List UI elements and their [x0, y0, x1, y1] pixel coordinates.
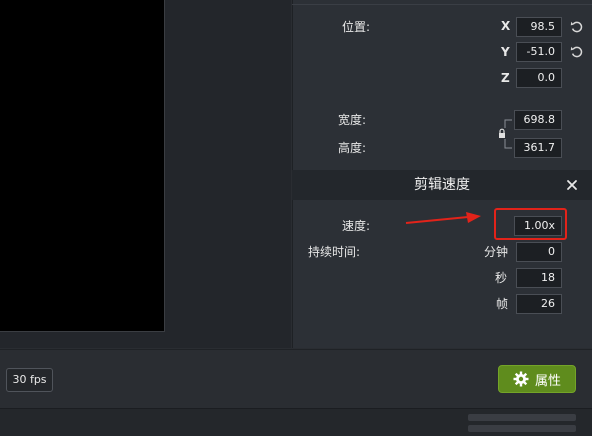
position-label: 位置:: [342, 20, 371, 34]
arrow-annotation: [405, 212, 481, 224]
close-icon[interactable]: [566, 179, 578, 191]
clip-speed-title: 剪辑速度: [414, 177, 470, 193]
duration-label: 持续时间:: [308, 245, 361, 259]
position-x-input[interactable]: 98.5: [516, 17, 562, 37]
lock-icon[interactable]: [497, 128, 507, 139]
timeline-scrollbar[interactable]: [468, 425, 576, 432]
gear-icon: [513, 371, 529, 387]
position-y-input[interactable]: -51.0: [516, 42, 562, 62]
width-input[interactable]: 698.8: [514, 110, 562, 130]
minutes-label: 分钟: [484, 245, 509, 259]
width-label: 宽度:: [338, 113, 367, 127]
properties-button-label: 属性: [534, 373, 561, 389]
minutes-input[interactable]: 0: [516, 242, 562, 262]
fps-dropdown[interactable]: 30 fps: [6, 368, 53, 392]
speed-label: 速度:: [342, 219, 371, 233]
canvas-preview[interactable]: [0, 0, 165, 332]
seconds-input[interactable]: 18: [516, 268, 562, 288]
panel-divider: [292, 4, 592, 5]
y-axis-label: Y: [501, 45, 510, 59]
frames-input[interactable]: 26: [516, 294, 562, 314]
reset-icon[interactable]: [570, 45, 584, 59]
speed-input[interactable]: 1.00x: [514, 216, 562, 236]
height-label: 高度:: [338, 141, 367, 155]
frames-label: 帧: [496, 297, 509, 311]
position-z-input[interactable]: 0.0: [516, 68, 562, 88]
seconds-label: 秒: [495, 271, 508, 285]
x-axis-label: X: [501, 19, 511, 33]
reset-icon[interactable]: [570, 20, 584, 34]
height-input[interactable]: 361.7: [514, 138, 562, 158]
timeline-scrollbar[interactable]: [468, 414, 576, 421]
z-axis-label: Z: [501, 71, 510, 85]
properties-button[interactable]: 属性: [498, 365, 576, 393]
